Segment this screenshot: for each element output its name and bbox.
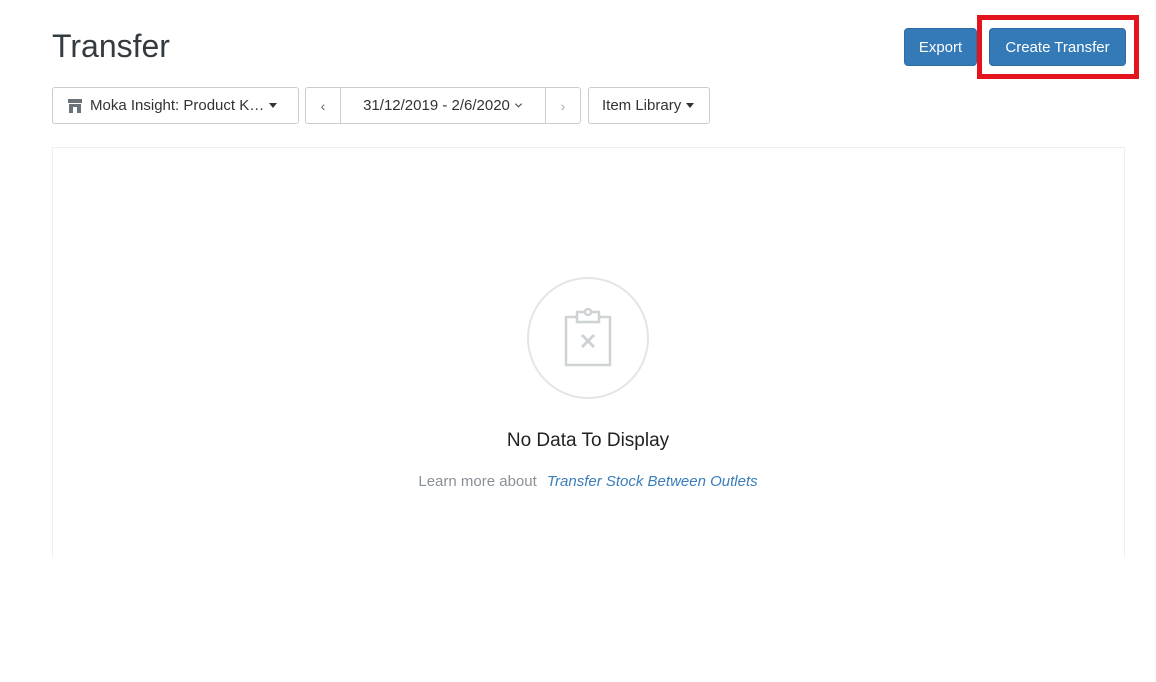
learn-more-text: Learn more about Transfer Stock Between … (0, 473, 1156, 490)
item-library-label: Item Library (602, 97, 682, 114)
previous-period-button[interactable]: ‹ (306, 88, 341, 123)
page-title: Transfer (52, 28, 170, 64)
next-period-button[interactable]: › (545, 88, 580, 123)
outlet-dropdown[interactable]: Moka Insight: Product K… (52, 87, 299, 124)
learn-more-prefix: Learn more about (418, 473, 537, 490)
export-button[interactable]: Export (904, 28, 977, 66)
clipboard-x-icon (564, 308, 612, 367)
item-library-dropdown[interactable]: Item Library (588, 87, 710, 124)
chevron-down-icon (514, 103, 522, 108)
date-range-label: 31/12/2019 - 2/6/2020 (363, 97, 510, 114)
create-transfer-button[interactable]: Create Transfer (989, 28, 1126, 66)
date-range-dropdown[interactable]: 31/12/2019 - 2/6/2020 (341, 88, 545, 123)
date-range-picker: ‹ 31/12/2019 - 2/6/2020 › (305, 87, 581, 124)
transfer-stock-help-link[interactable]: Transfer Stock Between Outlets (547, 473, 758, 490)
store-icon (68, 98, 82, 113)
chevron-left-icon: ‹ (320, 97, 326, 114)
transfer-page: Transfer Export Create Transfer Moka Ins… (0, 0, 1156, 682)
empty-state-title: No Data To Display (506, 430, 670, 451)
caret-down-icon (269, 103, 278, 108)
empty-state-circle (527, 277, 649, 399)
outlet-label: Moka Insight: Product K… (90, 97, 265, 114)
caret-down-icon (686, 103, 695, 108)
chevron-right-icon: › (560, 97, 566, 114)
